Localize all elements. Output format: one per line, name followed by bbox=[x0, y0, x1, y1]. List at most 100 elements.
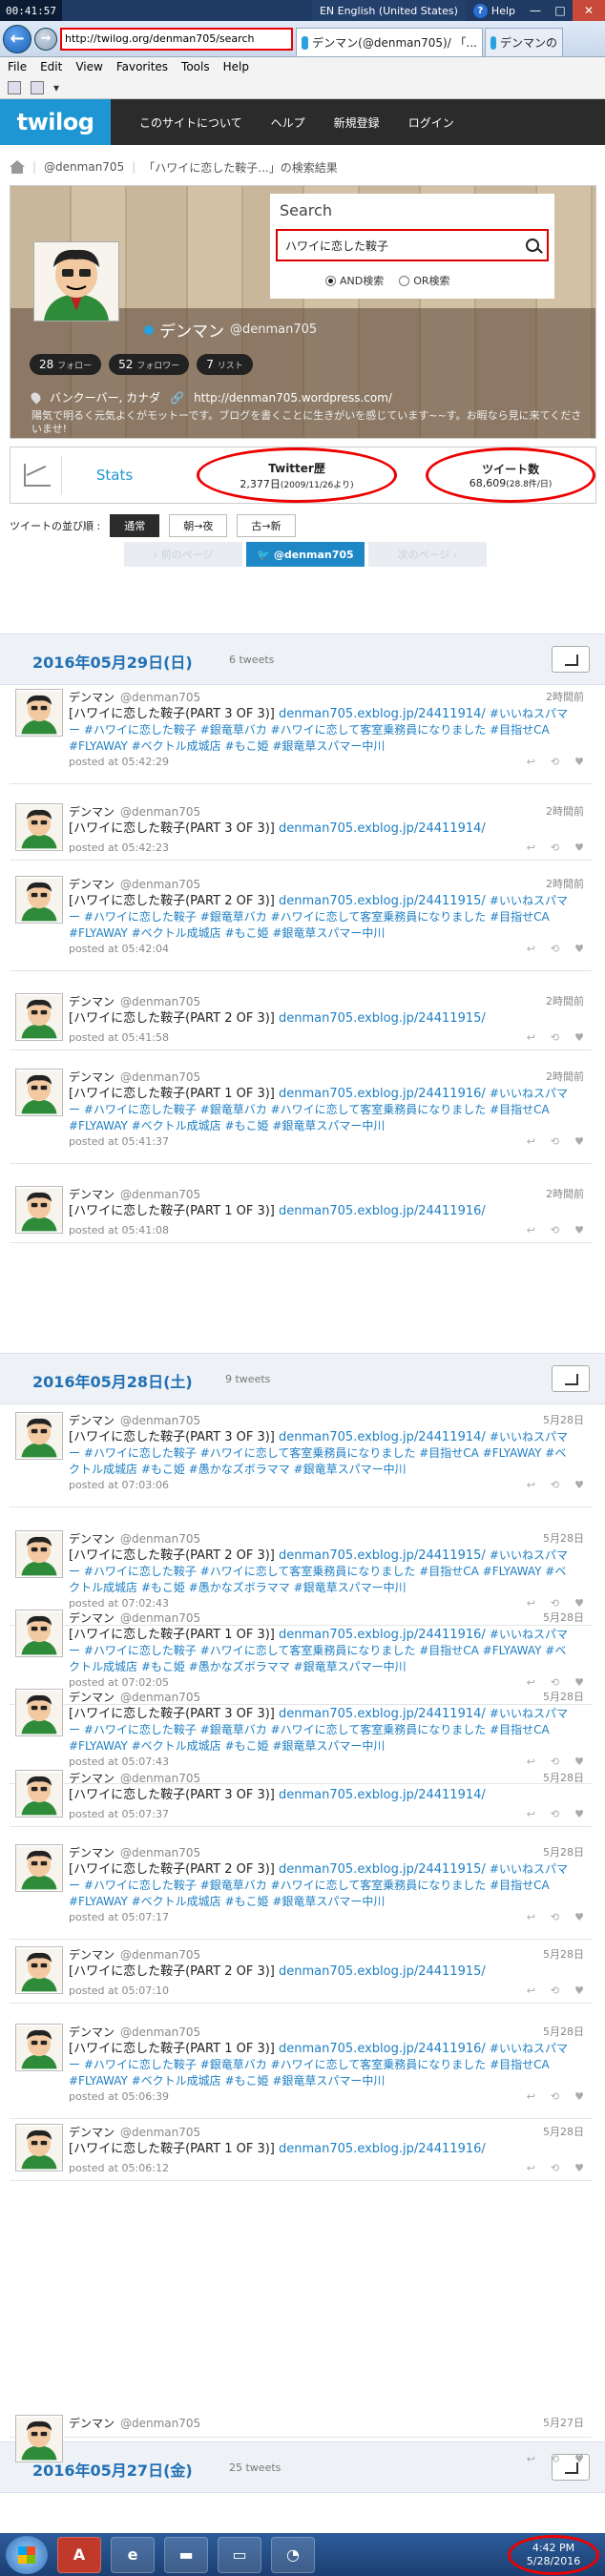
tweet-author[interactable]: デンマン @denman705 bbox=[69, 1412, 200, 1428]
tweet-author[interactable]: デンマン @denman705 bbox=[69, 2024, 200, 2040]
back-button[interactable]: ← bbox=[3, 24, 31, 53]
tweet-link[interactable]: denman705.exblog.jp/24411916/ bbox=[279, 1628, 486, 1642]
tweet-time[interactable]: 2時間前 bbox=[546, 1069, 584, 1084]
reply-icon[interactable]: ↩ bbox=[527, 943, 535, 955]
favorite-icon[interactable]: ♥ bbox=[574, 756, 584, 768]
tweet-author[interactable]: デンマン @denman705 bbox=[69, 1689, 200, 1705]
tweet-time[interactable]: 2時間前 bbox=[546, 803, 584, 819]
tweet-time[interactable]: 5月28日 bbox=[543, 1412, 584, 1427]
favorite-icon[interactable]: ♥ bbox=[574, 1808, 584, 1820]
posted-at[interactable]: posted at 07:03:06 bbox=[69, 1479, 169, 1491]
or-radio[interactable]: OR検索 bbox=[399, 273, 450, 288]
tweet-author[interactable]: デンマン @denman705 bbox=[69, 1530, 200, 1547]
profile-url[interactable]: http://denman705.wordpress.com/ bbox=[194, 391, 392, 405]
sort-oldest-button[interactable]: 古→新 bbox=[237, 514, 296, 537]
page-icon[interactable] bbox=[8, 80, 21, 94]
avatar[interactable] bbox=[15, 1069, 63, 1116]
tweet-time[interactable]: 5月28日 bbox=[543, 1946, 584, 1962]
posted-at[interactable]: posted at 05:06:12 bbox=[69, 2162, 169, 2174]
language-indicator[interactable]: EN English (United States) bbox=[311, 0, 466, 21]
forward-button[interactable]: → bbox=[34, 27, 57, 51]
tweet-link[interactable]: denman705.exblog.jp/24411915/ bbox=[279, 1011, 486, 1026]
tweet-link[interactable]: denman705.exblog.jp/24411916/ bbox=[279, 1204, 486, 1218]
favorite-icon[interactable]: ♥ bbox=[574, 1135, 584, 1148]
reply-icon[interactable]: ↩ bbox=[527, 1479, 535, 1491]
tweet-link[interactable]: denman705.exblog.jp/24411915/ bbox=[279, 1862, 486, 1877]
search-icon[interactable] bbox=[526, 239, 539, 252]
start-button[interactable] bbox=[6, 2535, 48, 2574]
home-icon[interactable] bbox=[10, 160, 25, 174]
internet-explorer-icon[interactable]: e bbox=[111, 2536, 155, 2573]
avatar[interactable] bbox=[15, 1186, 63, 1234]
avatar[interactable] bbox=[33, 241, 119, 322]
avatar[interactable] bbox=[15, 993, 63, 1041]
window-icon[interactable]: ▭ bbox=[218, 2536, 261, 2573]
posted-at[interactable]: posted at 05:41:37 bbox=[69, 1135, 169, 1148]
address-bar[interactable]: http://twilog.org/denman705/search bbox=[60, 27, 293, 51]
tweet-time[interactable]: 5月28日 bbox=[543, 1844, 584, 1859]
nav-about[interactable]: このサイトについて bbox=[139, 114, 242, 131]
posted-at[interactable]: posted at 05:07:17 bbox=[69, 1911, 169, 1923]
menu-file[interactable]: File bbox=[8, 60, 27, 73]
avatar[interactable] bbox=[15, 689, 63, 737]
reply-icon[interactable]: ↩ bbox=[527, 2090, 535, 2103]
close-icon[interactable]: ✕ bbox=[573, 0, 605, 21]
tweet-link[interactable]: denman705.exblog.jp/24411915/ bbox=[279, 1548, 486, 1563]
twilog-logo[interactable]: twilog bbox=[0, 99, 111, 145]
tweet-author[interactable]: デンマン @denman705 bbox=[69, 1946, 200, 1963]
retweet-icon[interactable]: ⟲ bbox=[551, 756, 559, 768]
tweet-time[interactable]: 2時間前 bbox=[546, 1186, 584, 1201]
user-page-button[interactable]: 🐦 @denman705 bbox=[246, 542, 365, 567]
retweet-icon[interactable]: ⟲ bbox=[551, 1984, 559, 1997]
tweet-author[interactable]: デンマン @denman705 bbox=[69, 1610, 200, 1626]
acrobat-icon[interactable]: A bbox=[57, 2536, 101, 2573]
day-date[interactable]: 2016年05月28日(土) bbox=[32, 1369, 193, 1392]
reply-icon[interactable]: ↩ bbox=[527, 2453, 535, 2465]
tweet-link[interactable]: denman705.exblog.jp/24411916/ bbox=[279, 1087, 486, 1101]
posted-at[interactable]: posted at 05:07:10 bbox=[69, 1984, 169, 1997]
maximize-icon[interactable]: □ bbox=[548, 0, 573, 21]
favorite-icon[interactable]: ♥ bbox=[574, 2453, 584, 2465]
favorite-icon[interactable]: ♥ bbox=[574, 841, 584, 854]
tweet-link[interactable]: denman705.exblog.jp/24411914/ bbox=[279, 1430, 486, 1444]
tweet-link[interactable]: denman705.exblog.jp/24411914/ bbox=[279, 707, 486, 721]
favorite-icon[interactable]: ♥ bbox=[574, 1911, 584, 1923]
tweet-author[interactable]: デンマン @denman705 bbox=[69, 2124, 200, 2140]
retweet-icon[interactable]: ⟲ bbox=[551, 1135, 559, 1148]
avatar[interactable] bbox=[15, 1412, 63, 1460]
share-icon[interactable] bbox=[552, 1365, 590, 1392]
posted-at[interactable]: posted at 05:41:58 bbox=[69, 1031, 169, 1044]
avatar[interactable] bbox=[15, 1530, 63, 1578]
avatar[interactable] bbox=[15, 2415, 63, 2462]
tweet-time[interactable]: 2時間前 bbox=[546, 689, 584, 704]
menu-help[interactable]: Help bbox=[223, 60, 249, 73]
avatar[interactable] bbox=[15, 2024, 63, 2071]
tweet-link[interactable]: denman705.exblog.jp/24411915/ bbox=[279, 894, 486, 908]
retweet-icon[interactable]: ⟲ bbox=[551, 2090, 559, 2103]
tweet-time[interactable]: 5月28日 bbox=[543, 1530, 584, 1546]
dropdown-icon[interactable]: ▾ bbox=[53, 81, 59, 94]
tweet-author[interactable]: デンマン @denman705 bbox=[69, 689, 200, 705]
retweet-icon[interactable]: ⟲ bbox=[551, 1911, 559, 1923]
avatar[interactable] bbox=[15, 1844, 63, 1892]
tweet-time[interactable]: 2時間前 bbox=[546, 993, 584, 1008]
stats-link[interactable]: Stats bbox=[96, 467, 197, 484]
retweet-icon[interactable]: ⟲ bbox=[551, 1031, 559, 1044]
avatar[interactable] bbox=[15, 2124, 63, 2171]
tweet-time[interactable]: 5月28日 bbox=[543, 2024, 584, 2039]
favorite-icon[interactable]: ♥ bbox=[574, 1479, 584, 1491]
tweet-time[interactable]: 2時間前 bbox=[546, 876, 584, 891]
follow-count[interactable]: 28 フォロー bbox=[30, 354, 102, 375]
retweet-icon[interactable]: ⟲ bbox=[551, 1479, 559, 1491]
menu-view[interactable]: View bbox=[75, 60, 102, 73]
avatar[interactable] bbox=[15, 1770, 63, 1818]
tweet-author[interactable]: デンマン @denman705 bbox=[69, 1770, 200, 1786]
sort-normal-button[interactable]: 通常 bbox=[110, 514, 160, 537]
day-date[interactable]: 2016年05月29日(日) bbox=[32, 650, 193, 673]
followers-count[interactable]: 52 フォロワー bbox=[109, 354, 190, 375]
nav-help[interactable]: ヘルプ bbox=[271, 114, 305, 131]
avatar[interactable] bbox=[15, 1689, 63, 1736]
print-icon[interactable] bbox=[31, 80, 44, 94]
favorite-icon[interactable]: ♥ bbox=[574, 1031, 584, 1044]
tweet-link[interactable]: denman705.exblog.jp/24411914/ bbox=[279, 821, 486, 836]
